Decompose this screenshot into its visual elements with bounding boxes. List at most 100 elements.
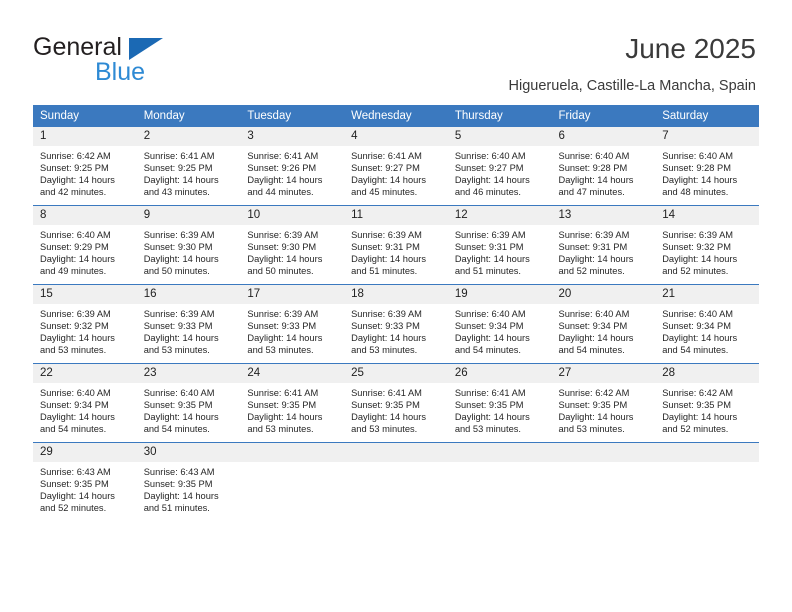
daylight-duration-line2: and 51 minutes. bbox=[454, 266, 521, 277]
sunset-time: Sunset: 9:35 PM bbox=[351, 400, 420, 411]
calendar-day-cell[interactable]: 30 Sunrise: 6:43 AM Sunset: 9:35 PM Dayligh… bbox=[136, 442, 241, 521]
daylight-duration-line1: Daylight: 14 hours bbox=[247, 175, 323, 186]
day-number: 6 bbox=[551, 127, 656, 146]
sunrise-time: Sunrise: 6:39 AM bbox=[662, 230, 734, 240]
daylight-duration-line2: and 53 minutes. bbox=[351, 424, 418, 435]
sunset-time: Sunset: 9:28 PM bbox=[662, 163, 731, 174]
general-blue-logo[interactable]: General Blue bbox=[33, 33, 233, 91]
daylight-duration-line1: Daylight: 14 hours bbox=[143, 412, 219, 423]
daylight-duration-line1: Daylight: 14 hours bbox=[454, 412, 530, 423]
daylight-duration-line1: Daylight: 14 hours bbox=[40, 412, 115, 423]
calendar-day-cell[interactable]: 16 Sunrise: 6:39 AM Sunset: 9:33 PM Dayligh… bbox=[136, 284, 241, 364]
calendar-day-cell[interactable]: 8 Sunrise: 6:40 AM Sunset: 9:29 PM Daylight… bbox=[33, 205, 137, 285]
sunset-time: Sunset: 9:25 PM bbox=[143, 163, 213, 174]
sunrise-time: Sunrise: 6:40 AM bbox=[558, 151, 630, 161]
daylight-duration-line1: Daylight: 14 hours bbox=[351, 254, 427, 265]
day-details: Sunrise: 6:41 AM Sunset: 9:35 PM Daylight:… bbox=[240, 383, 344, 435]
day-number: 21 bbox=[655, 285, 759, 304]
sunrise-time: Sunrise: 6:41 AM bbox=[454, 388, 526, 398]
calendar-day-cell[interactable]: 17 Sunrise: 6:39 AM Sunset: 9:33 PM Dayligh… bbox=[240, 284, 345, 364]
calendar-day-cell[interactable]: 24 Sunrise: 6:41 AM Sunset: 9:35 PM Dayligh… bbox=[240, 363, 345, 443]
day-details: Sunrise: 6:40 AM Sunset: 9:28 PM Daylight:… bbox=[655, 146, 759, 198]
day-details: Sunrise: 6:39 AM Sunset: 9:31 PM Daylight:… bbox=[552, 225, 656, 277]
daylight-duration-line2: and 44 minutes. bbox=[247, 187, 314, 198]
day-details: Sunrise: 6:40 AM Sunset: 9:34 PM Daylight:… bbox=[448, 304, 552, 356]
daylight-duration-line2: and 52 minutes. bbox=[662, 266, 729, 277]
sunrise-time: Sunrise: 6:39 AM bbox=[247, 309, 319, 319]
daylight-duration-line2: and 43 minutes. bbox=[143, 187, 210, 198]
daylight-duration-line2: and 53 minutes. bbox=[558, 424, 625, 435]
calendar-week-row: 8 Sunrise: 6:40 AM Sunset: 9:29 PM Daylight… bbox=[33, 205, 759, 285]
daylight-duration-line2: and 54 minutes. bbox=[40, 424, 107, 435]
calendar-day-cell[interactable]: 5 Sunrise: 6:40 AM Sunset: 9:27 PM Daylight… bbox=[447, 126, 552, 206]
day-details: Sunrise: 6:39 AM Sunset: 9:31 PM Daylight:… bbox=[344, 225, 448, 277]
calendar-day-cell[interactable]: 23 Sunrise: 6:40 AM Sunset: 9:35 PM Dayligh… bbox=[136, 363, 241, 443]
day-number: 13 bbox=[551, 206, 656, 225]
calendar-day-cell[interactable]: 26 Sunrise: 6:41 AM Sunset: 9:35 PM Dayligh… bbox=[447, 363, 552, 443]
day-details: Sunrise: 6:40 AM Sunset: 9:28 PM Daylight:… bbox=[552, 146, 656, 198]
day-details: Sunrise: 6:39 AM Sunset: 9:33 PM Daylight:… bbox=[344, 304, 448, 356]
calendar-day-cell[interactable]: 4 Sunrise: 6:41 AM Sunset: 9:27 PM Daylight… bbox=[344, 126, 448, 206]
daylight-duration-line1: Daylight: 14 hours bbox=[558, 254, 634, 265]
calendar-day-cell[interactable]: 7 Sunrise: 6:40 AM Sunset: 9:28 PM Daylight… bbox=[655, 126, 759, 206]
sunrise-time: Sunrise: 6:41 AM bbox=[351, 388, 422, 398]
calendar-day-cell[interactable]: 3 Sunrise: 6:41 AM Sunset: 9:26 PM Daylight… bbox=[240, 126, 345, 206]
calendar-day-cell[interactable]: 18 Sunrise: 6:39 AM Sunset: 9:33 PM Dayligh… bbox=[344, 284, 448, 364]
day-number: 18 bbox=[344, 285, 448, 304]
day-details: Sunrise: 6:40 AM Sunset: 9:34 PM Daylight:… bbox=[655, 304, 759, 356]
day-number: 4 bbox=[344, 127, 448, 146]
day-number: 27 bbox=[551, 364, 656, 383]
daylight-duration-line2: and 50 minutes. bbox=[143, 266, 210, 277]
weekday-header-thursday: Thursday bbox=[447, 105, 552, 127]
calendar-day-cell[interactable]: 2 Sunrise: 6:41 AM Sunset: 9:25 PM Daylight… bbox=[136, 126, 241, 206]
sunset-time: Sunset: 9:35 PM bbox=[662, 400, 731, 411]
weekday-header-saturday: Saturday bbox=[655, 105, 759, 127]
calendar-day-cell[interactable]: 25 Sunrise: 6:41 AM Sunset: 9:35 PM Dayligh… bbox=[344, 363, 448, 443]
sunrise-time: Sunrise: 6:41 AM bbox=[247, 388, 319, 398]
daylight-duration-line2: and 54 minutes. bbox=[662, 345, 729, 356]
day-details: Sunrise: 6:41 AM Sunset: 9:27 PM Daylight:… bbox=[344, 146, 448, 198]
calendar-day-cell[interactable]: 19 Sunrise: 6:40 AM Sunset: 9:34 PM Dayligh… bbox=[447, 284, 552, 364]
day-details: Sunrise: 6:41 AM Sunset: 9:35 PM Daylight:… bbox=[448, 383, 552, 435]
sunrise-time: Sunrise: 6:40 AM bbox=[40, 388, 111, 398]
calendar-day-cell[interactable]: 29 Sunrise: 6:43 AM Sunset: 9:35 PM Dayligh… bbox=[33, 442, 137, 521]
logo-text-blue: Blue bbox=[95, 58, 146, 86]
daylight-duration-line1: Daylight: 14 hours bbox=[351, 175, 427, 186]
calendar-day-cell[interactable]: 22 Sunrise: 6:40 AM Sunset: 9:34 PM Dayligh… bbox=[33, 363, 137, 443]
weekday-header-monday: Monday bbox=[136, 105, 241, 127]
calendar-day-cell[interactable]: 14 Sunrise: 6:39 AM Sunset: 9:32 PM Dayligh… bbox=[655, 205, 759, 285]
day-details: Sunrise: 6:40 AM Sunset: 9:34 PM Daylight:… bbox=[33, 383, 137, 435]
daylight-duration-line2: and 49 minutes. bbox=[40, 266, 107, 277]
calendar-day-cell[interactable]: 9 Sunrise: 6:39 AM Sunset: 9:30 PM Daylight… bbox=[136, 205, 241, 285]
day-details: Sunrise: 6:39 AM Sunset: 9:30 PM Daylight:… bbox=[240, 225, 344, 277]
calendar-day-cell[interactable]: 12 Sunrise: 6:39 AM Sunset: 9:31 PM Dayligh… bbox=[447, 205, 552, 285]
sunset-time: Sunset: 9:35 PM bbox=[40, 479, 109, 490]
calendar-day-cell[interactable]: 11 Sunrise: 6:39 AM Sunset: 9:31 PM Dayligh… bbox=[344, 205, 448, 285]
calendar-day-cell[interactable]: 6 Sunrise: 6:40 AM Sunset: 9:28 PM Daylight… bbox=[551, 126, 656, 206]
location-subtitle: Higueruela, Castille-La Mancha, Spain bbox=[508, 78, 756, 94]
daylight-duration-line1: Daylight: 14 hours bbox=[40, 333, 115, 344]
calendar-day-cell[interactable]: 1 Sunrise: 6:42 AM Sunset: 9:25 PM Daylight… bbox=[33, 126, 137, 206]
sunset-time: Sunset: 9:34 PM bbox=[558, 321, 628, 332]
daylight-duration-line2: and 54 minutes. bbox=[143, 424, 210, 435]
calendar-day-cell[interactable]: 27 Sunrise: 6:42 AM Sunset: 9:35 PM Dayligh… bbox=[551, 363, 656, 443]
daylight-duration-line1: Daylight: 14 hours bbox=[143, 175, 219, 186]
day-details: Sunrise: 6:42 AM Sunset: 9:35 PM Daylight:… bbox=[552, 383, 656, 435]
sunset-time: Sunset: 9:25 PM bbox=[40, 163, 109, 174]
calendar-day-cell[interactable]: 13 Sunrise: 6:39 AM Sunset: 9:31 PM Dayligh… bbox=[551, 205, 656, 285]
sunset-time: Sunset: 9:30 PM bbox=[143, 242, 213, 253]
calendar-day-cell[interactable]: 20 Sunrise: 6:40 AM Sunset: 9:34 PM Dayligh… bbox=[551, 284, 656, 364]
daylight-duration-line2: and 50 minutes. bbox=[247, 266, 314, 277]
logo-triangle-icon bbox=[129, 38, 163, 60]
calendar-body: 1 Sunrise: 6:42 AM Sunset: 9:25 PM Daylight… bbox=[33, 126, 759, 521]
day-details: Sunrise: 6:39 AM Sunset: 9:32 PM Daylight:… bbox=[655, 225, 759, 277]
calendar-day-cell[interactable]: 10 Sunrise: 6:39 AM Sunset: 9:30 PM Dayligh… bbox=[240, 205, 345, 285]
calendar-day-cell[interactable]: 28 Sunrise: 6:42 AM Sunset: 9:35 PM Dayligh… bbox=[655, 363, 759, 443]
day-number: 10 bbox=[240, 206, 345, 225]
calendar-day-cell[interactable]: 21 Sunrise: 6:40 AM Sunset: 9:34 PM Dayligh… bbox=[655, 284, 759, 364]
daylight-duration-line1: Daylight: 14 hours bbox=[40, 254, 115, 265]
calendar-day-cell[interactable]: 15 Sunrise: 6:39 AM Sunset: 9:32 PM Dayligh… bbox=[33, 284, 137, 364]
day-details: Sunrise: 6:41 AM Sunset: 9:25 PM Daylight:… bbox=[137, 146, 241, 198]
daylight-duration-line1: Daylight: 14 hours bbox=[662, 175, 738, 186]
sunrise-time: Sunrise: 6:39 AM bbox=[143, 230, 215, 240]
